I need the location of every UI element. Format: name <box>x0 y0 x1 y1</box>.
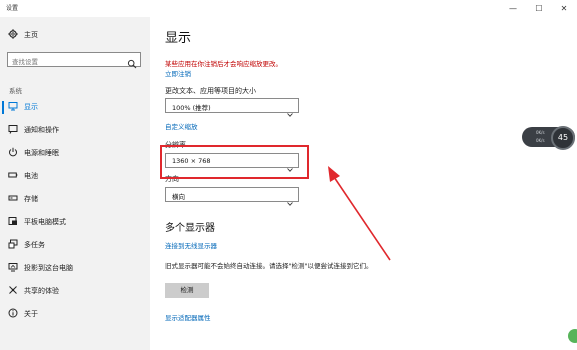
share-icon <box>8 285 18 297</box>
annotation-highlight-box <box>160 145 309 179</box>
sidebar-item-home[interactable]: 主页 <box>0 26 150 46</box>
gear-icon <box>8 29 18 41</box>
sidebar-item-multitasking[interactable]: 多任务 <box>0 236 150 256</box>
download-speed: 0K/s <box>536 138 545 143</box>
sidebar-item-label: 关于 <box>24 310 38 318</box>
sidebar-item-shared-experiences[interactable]: 共享的体验 <box>0 282 150 302</box>
orientation-value: 横向 <box>172 193 185 201</box>
sidebar-item-label: 电源和睡眠 <box>24 149 59 157</box>
page-title: 显示 <box>165 31 192 46</box>
minimize-button[interactable]: — <box>500 0 526 17</box>
sidebar-item-label: 投影到这台电脑 <box>24 264 73 272</box>
close-button[interactable]: ✕ <box>551 0 577 17</box>
project-icon <box>8 262 18 274</box>
search-icon <box>127 54 137 69</box>
display-adapter-properties-link[interactable]: 显示适配器属性 <box>165 312 211 322</box>
title-bar: 设置 — ☐ ✕ <box>0 0 577 17</box>
sidebar-item-storage[interactable]: 存储 <box>0 190 150 210</box>
sidebar-item-about[interactable]: 关于 <box>0 305 150 325</box>
sidebar-item-label: 多任务 <box>24 241 45 249</box>
info-icon <box>8 308 18 320</box>
sidebar-item-label: 电池 <box>24 172 38 180</box>
sidebar-item-label: 显示 <box>24 103 38 111</box>
power-icon <box>8 147 18 159</box>
custom-scaling-link[interactable]: 自定义缩放 <box>165 121 198 131</box>
status-indicator <box>568 329 577 343</box>
gauge-value: 45 <box>557 133 569 142</box>
window-title: 设置 <box>6 5 19 12</box>
chevron-down-icon <box>287 192 293 206</box>
chevron-down-icon <box>287 103 293 117</box>
scale-dropdown[interactable]: 100% (推荐) <box>165 98 299 117</box>
orientation-dropdown[interactable]: 横向 <box>165 187 299 206</box>
sidebar-section-label: 系统 <box>9 87 22 95</box>
detect-button[interactable]: 检测 <box>165 283 209 298</box>
multitask-icon <box>8 239 18 251</box>
search-placeholder: 查找设置 <box>12 58 38 66</box>
sidebar-item-tablet-mode[interactable]: 平板电脑模式 <box>0 213 150 233</box>
scale-label: 更改文本、应用等项目的大小 <box>165 87 256 95</box>
storage-icon <box>8 193 18 205</box>
sidebar-item-project[interactable]: 投影到这台电脑 <box>0 259 150 279</box>
notification-icon <box>8 124 18 136</box>
monitor-icon <box>8 101 18 113</box>
sidebar-item-battery[interactable]: 电池 <box>0 167 150 187</box>
sidebar-item-label: 存储 <box>24 195 38 203</box>
tablet-icon <box>8 216 18 228</box>
sign-out-link[interactable]: 立即注销 <box>165 68 191 78</box>
sidebar-item-label: 平板电脑模式 <box>24 218 66 226</box>
sidebar-item-power[interactable]: 电源和睡眠 <box>0 144 150 164</box>
sidebar-item-label: 主页 <box>24 31 38 39</box>
sidebar-item-label: 共享的体验 <box>24 287 59 295</box>
scale-value: 100% (推荐) <box>172 104 211 112</box>
sidebar-item-notifications[interactable]: 通知和操作 <box>0 121 150 141</box>
sidebar-item-display[interactable]: 显示 <box>0 98 150 118</box>
annotation-arrow <box>328 166 391 261</box>
battery-icon <box>8 170 18 182</box>
search-input[interactable]: 查找设置 <box>7 52 141 69</box>
multiple-displays-heading: 多个显示器 <box>165 223 215 234</box>
memory-gauge[interactable]: 45 <box>551 126 575 150</box>
scale-warning: 某些应用在你注销后才会响应缩放更改。 <box>165 60 282 68</box>
sidebar-item-label: 通知和操作 <box>24 126 59 134</box>
upload-speed: 0K/s <box>536 130 545 135</box>
wireless-display-link[interactable]: 连接到无线显示器 <box>165 240 217 250</box>
maximize-button[interactable]: ☐ <box>526 0 552 17</box>
